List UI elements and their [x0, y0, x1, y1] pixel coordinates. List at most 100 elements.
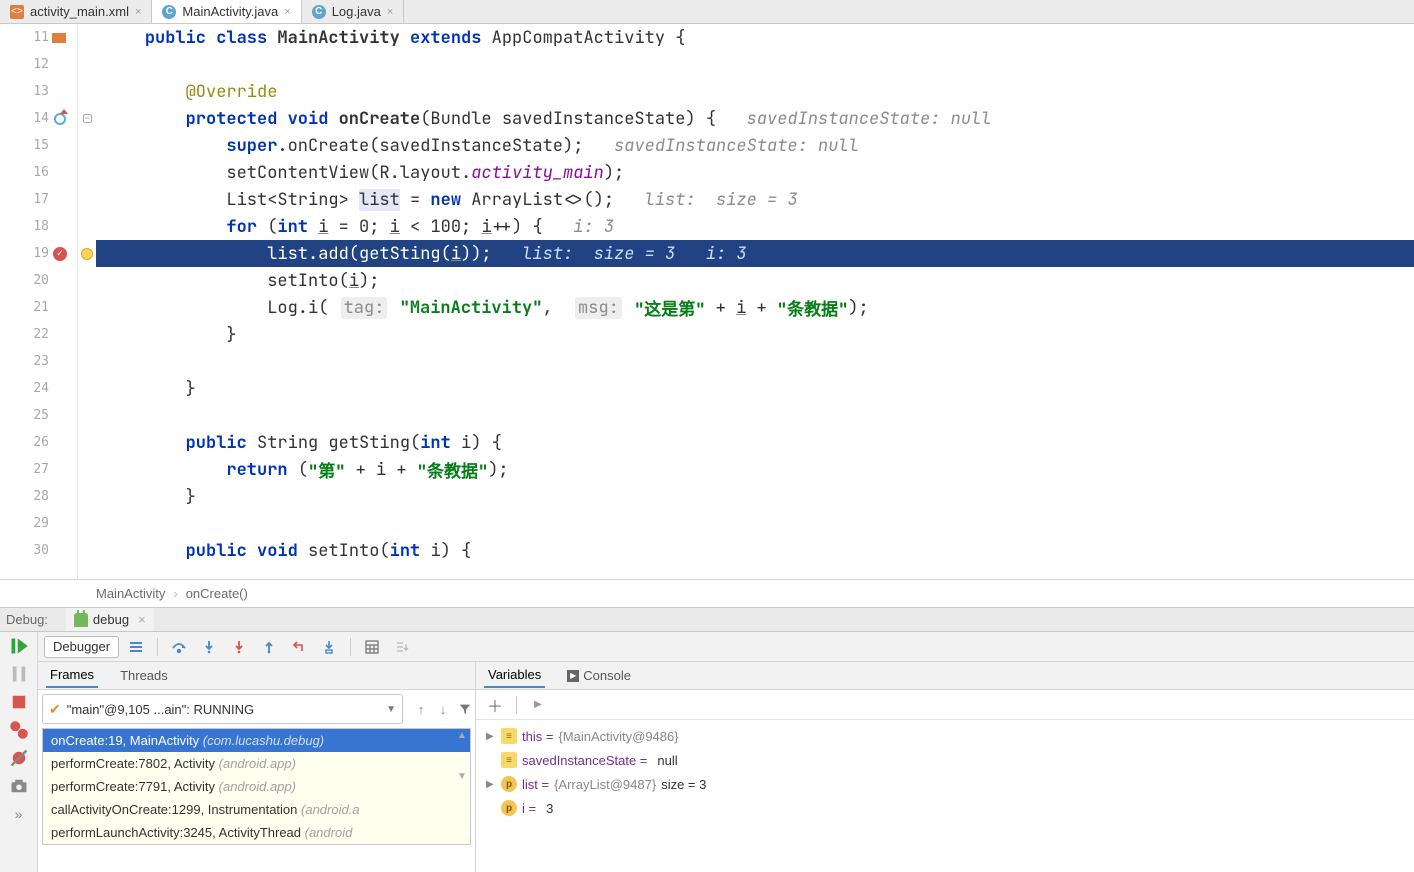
- file-tab[interactable]: C Log.java ×: [302, 0, 405, 23]
- stop-button[interactable]: [9, 692, 29, 712]
- code-line[interactable]: @Override: [96, 78, 1414, 105]
- dropdown-icon[interactable]: ▼: [386, 704, 396, 715]
- expand-button[interactable]: ▶: [525, 694, 551, 716]
- stack-scroll[interactable]: ▲▼: [455, 730, 469, 782]
- override-icon[interactable]: [54, 113, 66, 125]
- code-line[interactable]: super.onCreate(savedInstanceState); save…: [96, 132, 1414, 159]
- code-line[interactable]: public String getSting(int i) {: [96, 429, 1414, 456]
- breadcrumb-item[interactable]: onCreate(): [186, 586, 248, 601]
- prev-frame-button[interactable]: ↑: [411, 699, 431, 719]
- debug-toolbar: Debugger: [38, 632, 1414, 662]
- stack-frame[interactable]: onCreate:19, MainActivity (com.lucashu.d…: [43, 729, 470, 752]
- threads-tab[interactable]: Threads: [116, 664, 172, 687]
- code-line[interactable]: List<String> list = new ArrayList<>(); l…: [96, 186, 1414, 213]
- mute-breakpoints-button[interactable]: [9, 748, 29, 768]
- pause-button[interactable]: [9, 664, 29, 684]
- breakpoint-icon[interactable]: [81, 248, 93, 260]
- object-icon: ≡: [501, 752, 517, 768]
- code-line[interactable]: Log.i( tag: "MainActivity", msg: "这是第" +…: [96, 294, 1414, 321]
- add-watch-button[interactable]: ＋: [482, 694, 508, 716]
- more-icon[interactable]: »: [9, 804, 29, 824]
- code-line[interactable]: return ("第" + i + "条教据");: [96, 456, 1414, 483]
- next-frame-button[interactable]: ↓: [433, 699, 453, 719]
- code-area[interactable]: public class MainActivity extends AppCom…: [96, 24, 1414, 579]
- evaluate-button[interactable]: [359, 636, 385, 658]
- breakpoint-check-icon[interactable]: ✓: [53, 247, 67, 261]
- variable-row[interactable]: ≡savedInstanceState = null: [482, 748, 1408, 772]
- java-file-icon: C: [312, 5, 326, 19]
- fold-icon[interactable]: −: [83, 114, 92, 123]
- debug-label: Debug:: [6, 612, 48, 627]
- force-step-into-button[interactable]: [226, 636, 252, 658]
- frames-pane: Frames Threads ✔ "main"@9,105 ...ain": R…: [38, 662, 476, 872]
- breadcrumb-sep: ›: [173, 586, 177, 601]
- debug-sidebar: »: [0, 632, 38, 872]
- console-icon: ▶: [567, 670, 579, 682]
- marker-column: −: [78, 24, 96, 579]
- frames-tab[interactable]: Frames: [46, 663, 98, 688]
- class-icon: [52, 33, 66, 43]
- close-icon[interactable]: ×: [387, 6, 393, 18]
- variable-row[interactable]: pi = 3: [482, 796, 1408, 820]
- show-execution-point-button[interactable]: [123, 636, 149, 658]
- object-icon: ≡: [501, 728, 517, 744]
- editor: 111213141516171819✓202122232425262728293…: [0, 24, 1414, 607]
- expand-icon[interactable]: ▶: [486, 731, 496, 742]
- tab-label: Log.java: [332, 4, 381, 19]
- stack-frame[interactable]: performCreate:7791, Activity (android.ap…: [43, 775, 470, 798]
- file-tab[interactable]: C MainActivity.java ×: [152, 0, 301, 23]
- step-out-button[interactable]: [256, 636, 282, 658]
- code-line[interactable]: protected void onCreate(Bundle savedInst…: [96, 105, 1414, 132]
- primitive-icon: p: [501, 800, 517, 816]
- close-icon[interactable]: ×: [135, 6, 141, 18]
- gutter: 111213141516171819✓202122232425262728293…: [0, 24, 78, 579]
- console-tab[interactable]: ▶Console: [563, 664, 635, 687]
- java-file-icon: C: [162, 5, 176, 19]
- step-into-button[interactable]: [196, 636, 222, 658]
- resume-button[interactable]: [9, 636, 29, 656]
- variables-tab[interactable]: Variables: [484, 663, 545, 688]
- variable-row[interactable]: ▶plist = {ArrayList@9487} size = 3: [482, 772, 1408, 796]
- code-line[interactable]: for (int i = 0; i < 100; i++) { i: 3: [96, 213, 1414, 240]
- code-line[interactable]: setInto(i);: [96, 267, 1414, 294]
- camera-icon[interactable]: [9, 776, 29, 796]
- code-line[interactable]: [96, 510, 1414, 537]
- code-line[interactable]: public class MainActivity extends AppCom…: [96, 24, 1414, 51]
- trace-button[interactable]: [389, 636, 415, 658]
- view-breakpoints-button[interactable]: [9, 720, 29, 740]
- code-line[interactable]: list.add(getSting(i)); list: size = 3 i:…: [96, 240, 1414, 267]
- variable-row[interactable]: ▶≡this = {MainActivity@9486}: [482, 724, 1408, 748]
- code-line[interactable]: }: [96, 483, 1414, 510]
- code-line[interactable]: [96, 51, 1414, 78]
- stack-frames: onCreate:19, MainActivity (com.lucashu.d…: [42, 728, 471, 845]
- step-over-button[interactable]: [166, 636, 192, 658]
- file-tab[interactable]: <>activity_main.xml×: [0, 0, 152, 23]
- breadcrumb-item[interactable]: MainActivity: [96, 586, 165, 601]
- primitive-icon: p: [501, 776, 517, 792]
- debugger-tab[interactable]: Debugger: [44, 636, 119, 658]
- debug-config-tab[interactable]: debug ×: [66, 608, 154, 631]
- code-line[interactable]: [96, 348, 1414, 375]
- code-line[interactable]: public void setInto(int i) {: [96, 537, 1414, 564]
- close-icon[interactable]: ×: [284, 6, 290, 18]
- check-icon: ✔: [49, 701, 61, 718]
- drop-frame-button[interactable]: [286, 636, 312, 658]
- thread-selector[interactable]: ✔ "main"@9,105 ...ain": RUNNING ▼: [42, 694, 403, 724]
- filter-button[interactable]: [455, 699, 475, 719]
- code-line[interactable]: }: [96, 375, 1414, 402]
- xml-file-icon: <>: [10, 5, 24, 19]
- stack-frame[interactable]: callActivityOnCreate:1299, Instrumentati…: [43, 798, 470, 821]
- stack-frame[interactable]: performCreate:7802, Activity (android.ap…: [43, 752, 470, 775]
- variables-pane: Variables ▶Console ＋ ▶ ▶≡this = {MainAct…: [476, 662, 1414, 872]
- code-line[interactable]: [96, 402, 1414, 429]
- stack-frame[interactable]: performLaunchActivity:3245, ActivityThre…: [43, 821, 470, 844]
- expand-icon[interactable]: ▶: [486, 779, 496, 790]
- breadcrumbs[interactable]: MainActivity › onCreate(): [0, 579, 1414, 607]
- tab-label: MainActivity.java: [182, 4, 278, 19]
- debug-panel: Debug: debug × » Debugger: [0, 607, 1414, 872]
- run-to-cursor-button[interactable]: [316, 636, 342, 658]
- close-icon[interactable]: ×: [138, 612, 146, 627]
- editor-tabbar: <>activity_main.xml×CMainActivity.java×C…: [0, 0, 1414, 24]
- code-line[interactable]: }: [96, 321, 1414, 348]
- code-line[interactable]: setContentView(R.layout.activity_main);: [96, 159, 1414, 186]
